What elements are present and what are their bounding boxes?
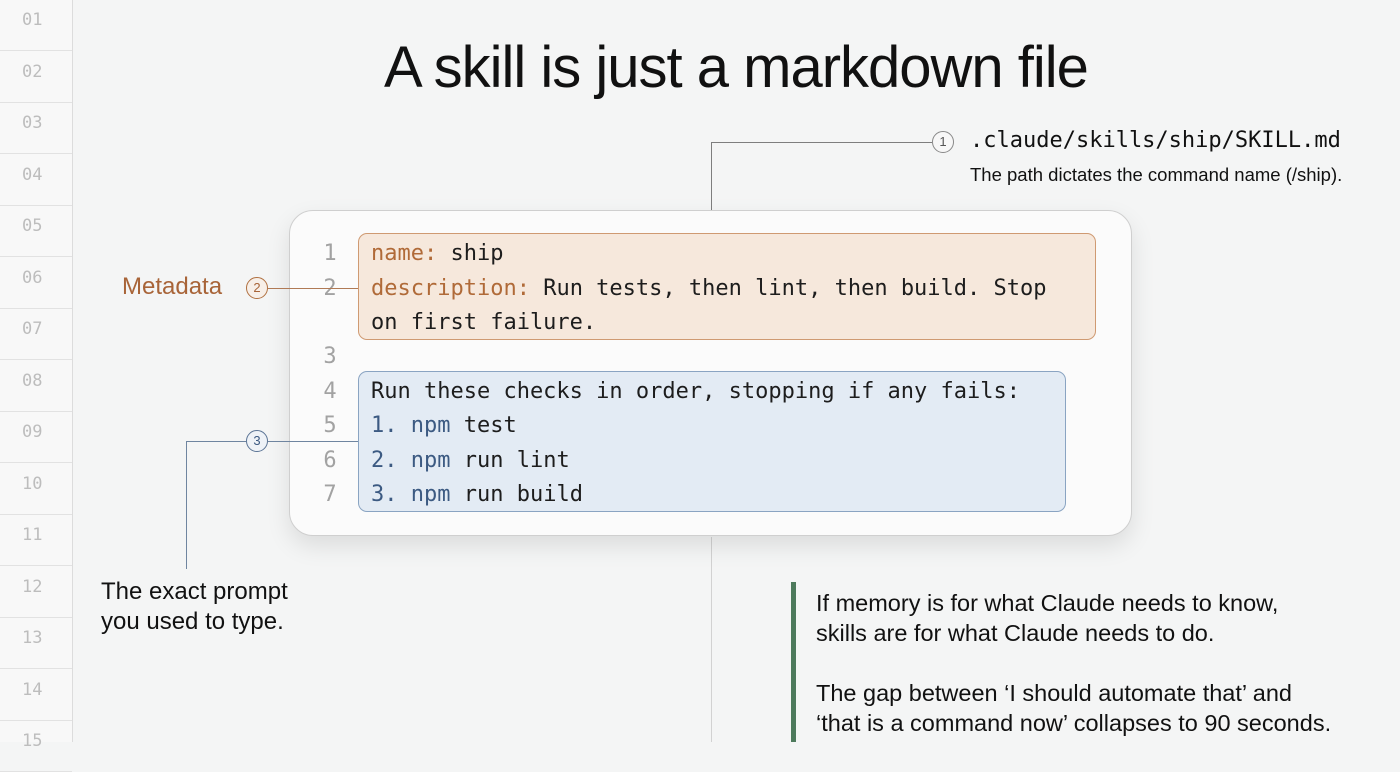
gutter-row-number: 14 [0,670,72,721]
quote-line: The gap between ‘I should automate that’… [816,680,1292,706]
gutter-row-number: 11 [0,515,72,566]
code-line-body-intro: Run these checks in order, stopping if a… [371,379,1021,404]
code-line-number: 5 [323,413,337,438]
step-prefix: 3. npm [371,482,451,507]
metadata-connector [268,288,358,289]
prompt-caption: The exact prompt you used to type. [101,577,288,637]
code-line-step: 3. npm run build [371,482,583,507]
code-line-number: 3 [323,344,337,369]
callout-badge-prompt: 3 [246,430,268,452]
quote-accent-bar [791,582,796,742]
callout-badge-metadata: 2 [246,277,268,299]
quote-paragraph-2: The gap between ‘I should automate that’… [816,678,1331,738]
step-prefix: 1. npm [371,413,451,438]
step-command: run lint [450,448,570,473]
code-line-description: description: Run tests, then lint, then … [371,276,1047,301]
description-key: description: [371,276,530,301]
prompt-connector-horizontal-left [186,441,246,442]
path-connector-horizontal [711,142,932,143]
gutter-row-number: 15 [0,721,72,772]
callout-badge-path: 1 [932,131,954,153]
code-line-description-wrap: on first failure. [371,310,597,335]
gutter-row-number: 01 [0,0,72,51]
code-line-number: 6 [323,448,337,473]
line-number-gutter: 01 02 03 04 05 06 07 08 09 10 11 12 13 1… [0,0,73,772]
page-title: A skill is just a markdown file [384,35,1089,100]
gutter-row-number: 04 [0,155,72,206]
gutter-row-number: 03 [0,103,72,154]
step-prefix: 2. npm [371,448,451,473]
quote-line: skills are for what Claude needs to do. [816,620,1215,646]
gutter-row-number: 02 [0,52,72,103]
quote-line: ‘that is a command now’ collapses to 90 … [816,710,1332,736]
quote-paragraph-1: If memory is for what Claude needs to kn… [816,588,1278,648]
skill-file-path: .claude/skills/ship/SKILL.md [970,128,1341,153]
code-line-step: 1. npm test [371,413,517,438]
gutter-row-number: 05 [0,206,72,257]
prompt-connector-horizontal-right [268,441,358,442]
step-command: test [450,413,517,438]
metadata-label: Metadata [122,273,223,300]
gutter-row-number: 09 [0,412,72,463]
prompt-caption-line: you used to type. [101,608,284,635]
prompt-connector-vertical [186,441,187,569]
code-line-name: name: ship [371,241,503,266]
code-line-number: 4 [323,379,337,404]
step-command: run build [450,482,583,507]
gutter-row-number: 08 [0,361,72,412]
name-value: ship [437,241,504,266]
name-key: name: [371,241,438,266]
gutter-row-number: 07 [0,309,72,360]
quote-line: If memory is for what Claude needs to kn… [816,590,1279,616]
vertical-guide-line [711,537,712,742]
gutter-row-number: 06 [0,258,72,309]
code-line-number: 7 [323,482,337,507]
gutter-row-number: 13 [0,618,72,669]
description-value: Run tests, then lint, then build. Stop [529,276,1047,301]
path-description: The path dictates the command name (/shi… [970,164,1343,185]
prompt-caption-line: The exact prompt [101,578,288,605]
code-line-step: 2. npm run lint [371,448,570,473]
gutter-row-number: 12 [0,567,72,618]
gutter-row-number: 10 [0,464,72,515]
code-line-number: 1 [323,241,337,266]
